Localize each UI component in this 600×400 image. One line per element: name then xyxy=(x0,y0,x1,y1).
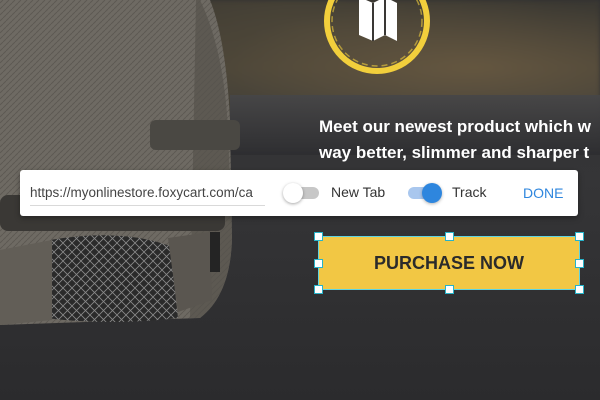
url-input[interactable] xyxy=(30,180,265,206)
resize-handle-bottom-right[interactable] xyxy=(575,285,584,294)
link-editor-toolbar: New Tab Track DONE xyxy=(20,170,578,216)
resize-handle-middle-left[interactable] xyxy=(314,259,323,268)
done-button[interactable]: DONE xyxy=(523,185,563,201)
toggle-knob xyxy=(422,183,442,203)
headline-line-2: way better, slimmer and sharper t xyxy=(319,143,590,162)
resize-handle-bottom-left[interactable] xyxy=(314,285,323,294)
resize-handle-middle-right[interactable] xyxy=(575,259,584,268)
track-toggle[interactable] xyxy=(404,181,450,203)
purchase-now-button[interactable]: PURCHASE NOW xyxy=(318,236,580,290)
editor-canvas: Meet our newest product which w way bett… xyxy=(0,0,600,400)
headline-line-1: Meet our newest product which w xyxy=(319,117,592,136)
purchase-button-label: PURCHASE NOW xyxy=(373,252,524,273)
hero-headline: Meet our newest product which w way bett… xyxy=(319,114,600,166)
resize-handle-top-right[interactable] xyxy=(575,232,584,241)
backpack-image xyxy=(0,0,240,325)
toggle-knob xyxy=(283,183,303,203)
new-tab-toggle[interactable] xyxy=(283,181,329,203)
resize-handle-top-center[interactable] xyxy=(445,232,454,241)
resize-handle-top-left[interactable] xyxy=(314,232,323,241)
track-label: Track xyxy=(452,184,487,200)
purchase-button-selection: PURCHASE NOW xyxy=(314,232,584,294)
folded-map-icon xyxy=(324,0,430,74)
new-tab-label: New Tab xyxy=(331,184,386,200)
resize-handle-bottom-center[interactable] xyxy=(445,285,454,294)
